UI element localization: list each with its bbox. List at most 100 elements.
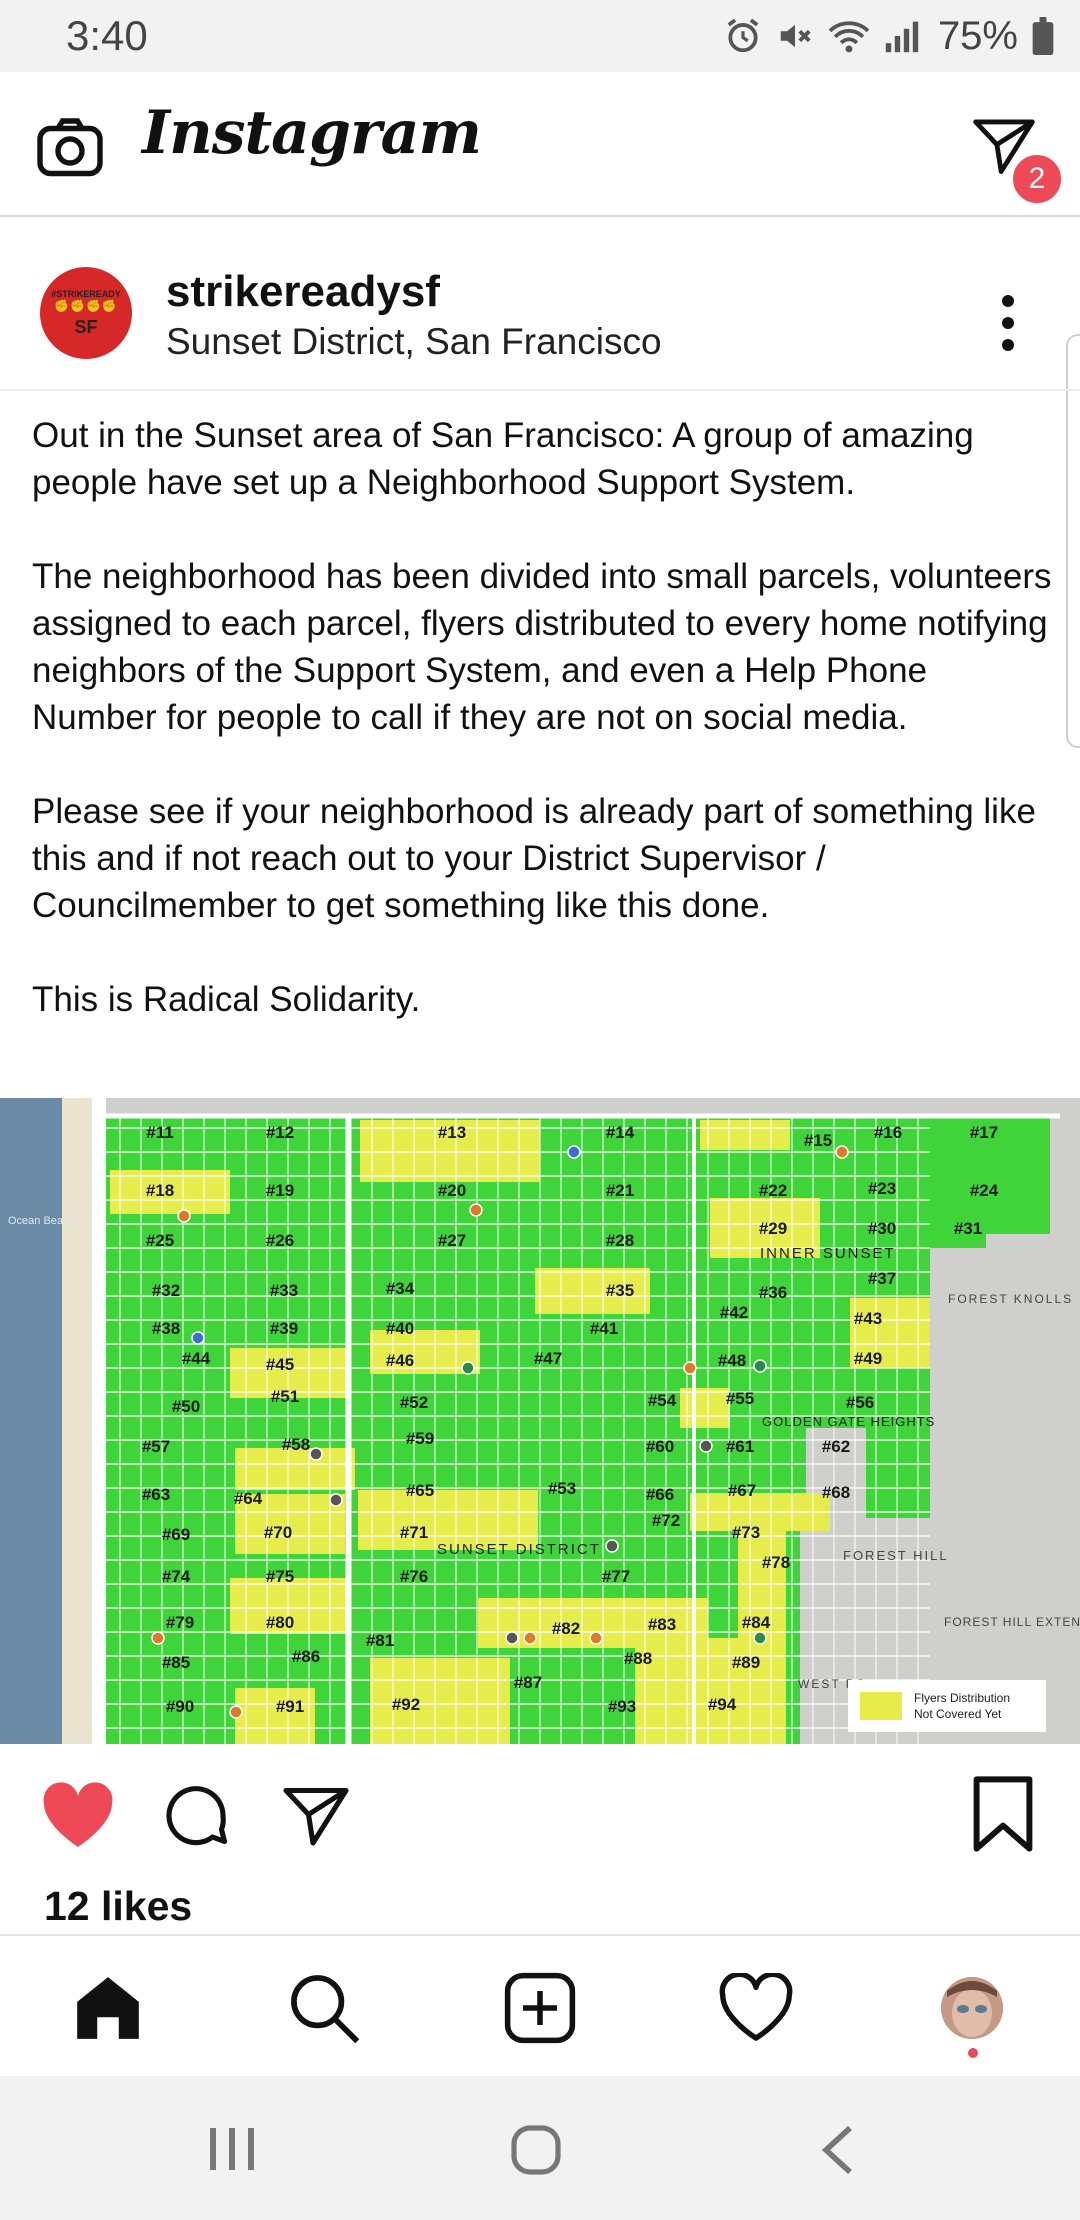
map-pin [523,1631,537,1645]
parcel-label: #38 [152,1319,180,1338]
parcel-label: #28 [606,1231,634,1250]
post-avatar[interactable]: #STRIKEREADY ✊✊✊✊ SF [40,267,132,359]
parcel-label: #49 [854,1349,882,1368]
likes-count[interactable]: 12 likes [44,1883,192,1930]
camera-button[interactable] [34,112,106,184]
parcel-label: #26 [266,1231,294,1250]
parcel-label: #68 [822,1483,850,1502]
parcel-label: #70 [264,1523,292,1542]
parcel-label: #39 [270,1319,298,1338]
parcel-label: #35 [606,1281,634,1300]
parcel-label: #83 [648,1615,676,1634]
parcel-label: #45 [266,1355,294,1374]
parcel-label: #18 [146,1181,174,1200]
parcel-label: #57 [142,1437,170,1456]
post-location[interactable]: Sunset District, San Francisco [166,321,662,363]
bottom-navigation [0,1934,1080,2076]
parcel-label: #17 [970,1123,998,1142]
parcel-label: #44 [182,1349,211,1368]
back-icon[interactable] [818,2124,858,2176]
parcel-label: #80 [266,1613,294,1632]
dm-badge: 2 [1010,152,1064,206]
legend-text: Flyers Distribution [914,1691,1010,1705]
parcel-label: #78 [762,1553,790,1572]
parcel-label: #15 [804,1131,832,1150]
parcel-label: #41 [590,1319,618,1338]
wifi-icon [828,21,870,53]
comment-icon[interactable] [160,1780,232,1852]
avatar-text-top: #STRIKEREADY [51,288,121,299]
parcel-label: #90 [166,1697,194,1716]
parcel-label: #94 [708,1695,737,1714]
parcel-label: #21 [606,1181,634,1200]
parcel-label: #37 [868,1269,896,1288]
share-icon[interactable] [280,1780,352,1852]
alarm-icon [727,18,759,53]
map-pin [177,1209,191,1223]
map-label-sunset-district: SUNSET DISTRICT [437,1541,601,1558]
parcel-label: #64 [234,1489,263,1508]
map-pin [753,1631,767,1645]
nav-profile[interactable] [930,1966,1014,2050]
parcel-label: #46 [386,1351,414,1370]
parcel-label: #77 [602,1567,630,1586]
parcel-label: #66 [646,1485,674,1504]
map-pin [683,1361,697,1375]
heart-icon[interactable] [40,1782,116,1850]
legend-text-2: Not Covered Yet [914,1707,1002,1721]
status-time: 3:40 [66,12,148,59]
system-navigation-bar [0,2076,1080,2220]
parcel-label: #47 [534,1349,562,1368]
parcel-label: #69 [162,1525,190,1544]
parcel-label: #52 [400,1393,428,1412]
map-pin [699,1439,713,1453]
more-options-button[interactable] [996,293,1020,353]
caption-paragraph: The neighborhood has been divided into s… [32,557,1052,737]
parcel-label: #50 [172,1397,200,1416]
parcel-label: #86 [292,1647,320,1666]
beach [62,1098,92,1744]
parcel-label: #65 [406,1481,434,1500]
parcel-label: #81 [366,1631,394,1650]
parcel-label: #58 [282,1435,310,1454]
parcel-label: #29 [759,1219,787,1238]
map-pin [229,1705,243,1719]
nav-home[interactable] [66,1966,150,2050]
parcel-label: #61 [726,1437,754,1456]
instagram-logo: Instagram [142,98,482,168]
nav-activity[interactable] [714,1966,798,2050]
parcel-label: #16 [874,1123,902,1142]
map-pin [567,1145,581,1159]
parcel-label: #34 [386,1279,415,1298]
home-circle-icon[interactable] [508,2122,564,2178]
parcel-label: #31 [954,1219,982,1238]
home-icon [77,1977,139,2039]
nav-add-post[interactable] [498,1966,582,2050]
map-pin [151,1631,165,1645]
parcel-label: #55 [726,1389,754,1408]
map-label-forest-knolls: FOREST KNOLLS [948,1292,1073,1306]
parcel-label: #63 [142,1485,170,1504]
caption-paragraph: Please see if your neighborhood is alrea… [32,792,1036,925]
parcel-label: #23 [868,1179,896,1198]
parcel-label: #85 [162,1653,190,1672]
map-pin [329,1493,343,1507]
parcel-label: #84 [742,1613,771,1632]
map-label-forest-hill-ext: FOREST HILL EXTENSION [944,1615,1080,1629]
caption-paragraph: This is Radical Solidarity. [32,980,421,1019]
post-image-map[interactable]: #11 #12 #13 #14 #15 #16 #17 #18 #19 #20 #21 #22 #23 #… [0,1098,1080,1744]
parcel-label: #30 [868,1219,896,1238]
search-icon [291,1975,360,2044]
post-username[interactable]: strikereadysf [166,267,440,317]
instagram-top-bar: Instagram 2 [0,72,1080,217]
parcel-label: #14 [606,1123,635,1142]
uncovered-parcel [235,1448,355,1490]
parcel-label: #91 [276,1697,304,1716]
parcel-label: #24 [970,1181,999,1200]
profile-avatar [941,1977,1003,2039]
parcel-label: #48 [718,1351,746,1370]
neighborhood-map: #11 #12 #13 #14 #15 #16 #17 #18 #19 #20 #21 #22 #23 #… [0,1098,1080,1744]
bookmark-icon[interactable] [970,1776,1036,1852]
recent-apps-icon[interactable] [206,2124,258,2174]
nav-search[interactable] [282,1966,366,2050]
